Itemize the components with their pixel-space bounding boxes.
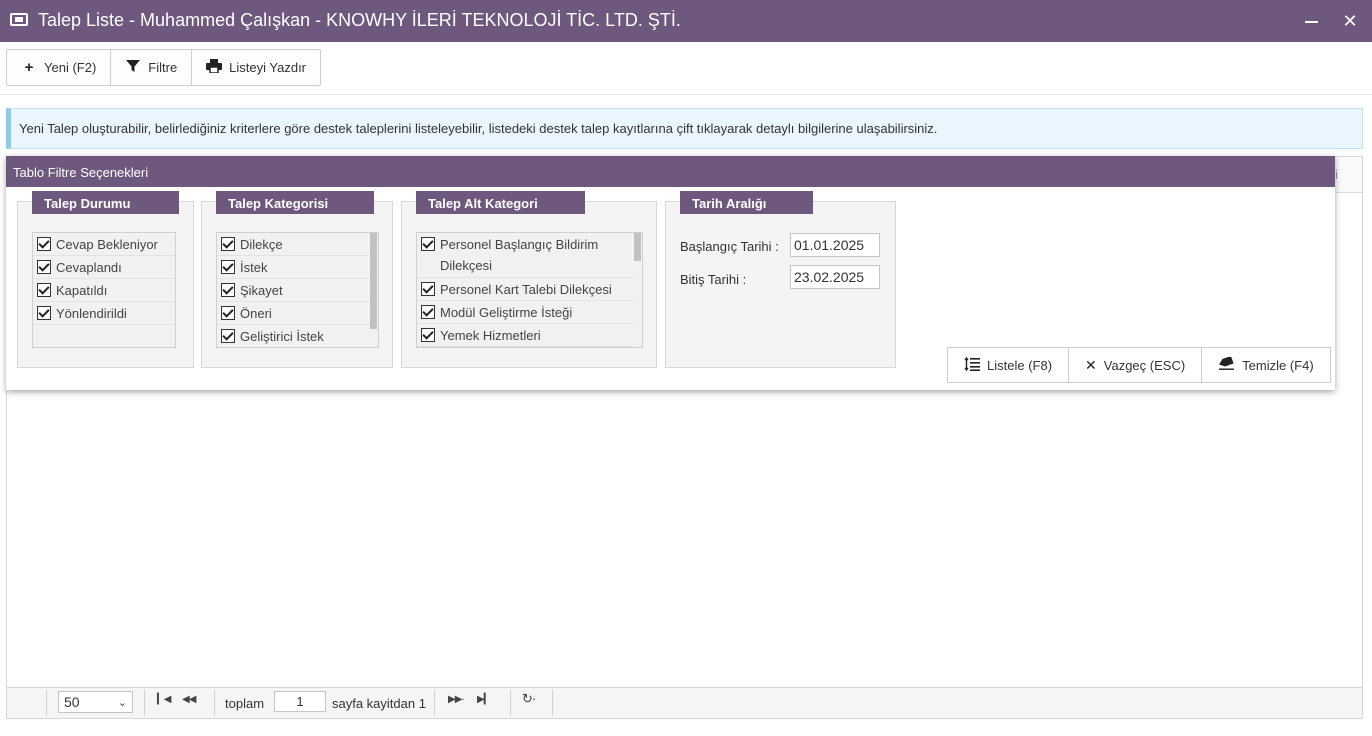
- category-group: Talep Kategorisi Dilekçe İstek Şikayet Ö…: [201, 191, 393, 368]
- toolbar-divider: [0, 94, 1372, 95]
- category-list: Dilekçe İstek Şikayet Öneri Geliştirici …: [216, 232, 379, 348]
- close-icon: ✕: [1085, 356, 1097, 373]
- status-item[interactable]: Cevap Bekleniyor: [33, 233, 175, 256]
- toolbar: + Yeni (F2) Filtre Listeyi Yazdır: [6, 49, 322, 86]
- pager-divider: [434, 690, 435, 716]
- clear-button-label: Temizle (F4): [1242, 357, 1314, 373]
- scrollbar-thumb[interactable]: [634, 233, 641, 261]
- start-date-input[interactable]: 01.01.2025: [790, 233, 880, 257]
- checkbox-checked-icon[interactable]: [37, 260, 51, 274]
- print-list-button[interactable]: Listeyi Yazdır: [192, 50, 320, 85]
- pager-divider: [552, 690, 553, 716]
- list-button-label: Listele (F8): [987, 357, 1053, 373]
- title-bar: Talep Liste - Muhammed Çalışkan - KNOWHY…: [0, 0, 1372, 42]
- info-message: Yeni Talep oluşturabilir, belirlediğiniz…: [6, 108, 1363, 149]
- category-item[interactable]: Öneri: [217, 302, 378, 325]
- checkbox-checked-icon[interactable]: [37, 283, 51, 297]
- total-label: toplam: [225, 696, 265, 711]
- previous-page-icon[interactable]: ◀◀: [182, 694, 196, 705]
- category-item[interactable]: Şikayet: [217, 279, 378, 302]
- status-group-title: Talep Durumu: [32, 191, 179, 214]
- subcategory-group-title: Talep Alt Kategori: [416, 191, 585, 214]
- filter-icon: [125, 59, 141, 77]
- checkbox-checked-icon[interactable]: [421, 282, 435, 296]
- date-range-group: Tarih Aralığı Başlangıç Tarihi : 01.01.2…: [665, 191, 896, 368]
- pager-divider: [214, 690, 215, 716]
- page-size-value: 50: [64, 694, 80, 710]
- new-button[interactable]: + Yeni (F2): [7, 50, 112, 85]
- checkbox-checked-icon[interactable]: [221, 329, 235, 343]
- status-item[interactable]: Yönlendirildi: [33, 302, 175, 325]
- plus-icon: +: [24, 59, 34, 76]
- category-item[interactable]: İstek: [217, 256, 378, 279]
- eraser-icon: [1218, 355, 1235, 373]
- status-item[interactable]: Cevaplandı: [33, 256, 175, 279]
- category-scrollbar[interactable]: [369, 233, 378, 347]
- new-button-label: Yeni (F2): [44, 60, 97, 75]
- pager-divider: [510, 690, 511, 716]
- checkbox-checked-icon[interactable]: [421, 237, 435, 251]
- checkbox-checked-icon[interactable]: [37, 306, 51, 320]
- checkbox-checked-icon[interactable]: [221, 237, 235, 251]
- cancel-button[interactable]: ✕ Vazgeç (ESC): [1069, 348, 1203, 382]
- print-list-button-label: Listeyi Yazdır: [229, 60, 307, 75]
- checkbox-checked-icon[interactable]: [421, 328, 435, 342]
- chevron-down-icon: ⌄: [117, 697, 127, 709]
- checkbox-checked-icon[interactable]: [37, 237, 51, 251]
- end-date-input[interactable]: 23.02.2025: [790, 265, 880, 289]
- cancel-button-label: Vazgeç (ESC): [1103, 357, 1186, 373]
- clear-button[interactable]: Temizle (F4): [1202, 348, 1330, 382]
- ticket-icon: [10, 13, 28, 26]
- filter-panel-title: Tablo Filtre Seçenekleri: [6, 156, 1335, 187]
- subcategory-item[interactable]: Personel Başlangıç Bildirim Dilekçesi: [417, 233, 642, 278]
- filter-panel: Tablo Filtre Seçenekleri Talep Durumu Ce…: [6, 156, 1335, 390]
- subcategory-scrollbar[interactable]: [633, 233, 642, 347]
- status-group: Talep Durumu Cevap Bekleniyor Cevaplandı…: [17, 191, 194, 368]
- filter-actions: Listele (F8) ✕ Vazgeç (ESC) Temizle (F4): [947, 347, 1331, 383]
- category-group-title: Talep Kategorisi: [216, 191, 374, 214]
- checkbox-checked-icon[interactable]: [221, 260, 235, 274]
- list-button[interactable]: Listele (F8): [948, 348, 1070, 382]
- minimize-button[interactable]: [1292, 0, 1330, 42]
- pager: 50 ⌄ ▎◀ ◀◀ toplam 1 sayfa kayitdan 1 ▶▶·…: [7, 687, 1362, 718]
- subcategory-item[interactable]: Yemek Hizmetleri: [417, 324, 642, 347]
- end-date-label: Bitiş Tarihi :: [680, 272, 747, 287]
- refresh-icon[interactable]: ↻·: [522, 691, 536, 707]
- status-item[interactable]: Kapatıldı: [33, 279, 175, 302]
- subcategory-list: Personel Başlangıç Bildirim Dilekçesi Pe…: [416, 232, 643, 348]
- checkbox-checked-icon[interactable]: [221, 283, 235, 297]
- close-button[interactable]: ✕: [1331, 0, 1369, 42]
- close-icon: ✕: [1342, 11, 1358, 31]
- date-range-group-title: Tarih Aralığı: [680, 191, 813, 214]
- printer-icon: [206, 58, 223, 77]
- pager-divider: [46, 690, 47, 716]
- last-page-icon[interactable]: ▶▎: [477, 694, 491, 705]
- checkbox-checked-icon[interactable]: [421, 305, 435, 319]
- filter-button[interactable]: Filtre: [111, 50, 193, 85]
- category-item[interactable]: Geliştirici İstek: [217, 325, 378, 347]
- page-of-label: sayfa kayitdan 1: [332, 696, 426, 711]
- subcategory-item[interactable]: Personel Kart Talebi Dilekçesi: [417, 278, 642, 301]
- pager-divider: [144, 690, 145, 716]
- subcategory-item[interactable]: Modül Geliştirme İsteği: [417, 301, 642, 324]
- category-item[interactable]: Dilekçe: [217, 233, 378, 256]
- scrollbar-thumb[interactable]: [370, 233, 377, 329]
- start-date-label: Başlangıç Tarihi :: [680, 239, 779, 254]
- grid-header-edge: i: [1335, 167, 1338, 182]
- list-icon: [964, 356, 980, 374]
- filter-button-label: Filtre: [148, 60, 178, 75]
- window-title: Talep Liste - Muhammed Çalışkan - KNOWHY…: [38, 10, 681, 30]
- subcategory-group: Talep Alt Kategori Personel Başlangıç Bi…: [401, 191, 657, 368]
- page-size-select[interactable]: 50 ⌄: [58, 691, 133, 713]
- first-page-icon[interactable]: ▎◀: [157, 694, 171, 705]
- next-page-icon[interactable]: ▶▶·: [448, 694, 465, 705]
- status-list: Cevap Bekleniyor Cevaplandı Kapatıldı Yö…: [32, 232, 176, 348]
- minimize-icon: [1304, 21, 1318, 24]
- checkbox-checked-icon[interactable]: [221, 306, 235, 320]
- page-number-input[interactable]: 1: [274, 691, 326, 712]
